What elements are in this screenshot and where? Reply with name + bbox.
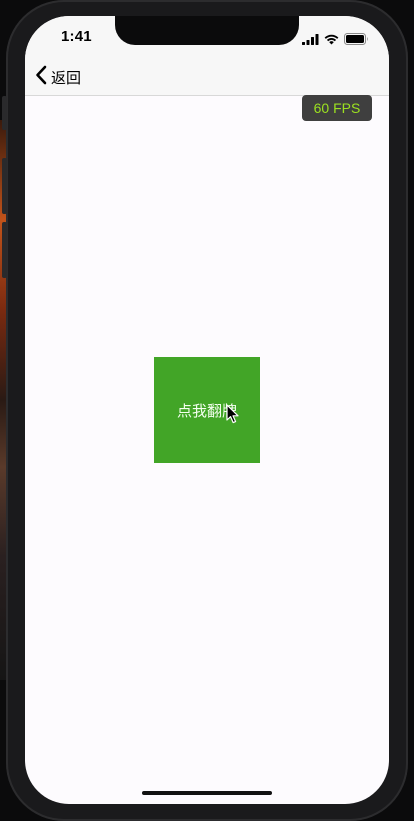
signal-icon <box>302 30 319 49</box>
home-indicator[interactable] <box>142 791 272 795</box>
navigation-bar: 返回 <box>25 60 389 96</box>
phone-side-button <box>2 96 7 130</box>
status-icons <box>302 30 369 49</box>
phone-side-button <box>2 222 7 278</box>
device-stage: 1:41 返回 60 FPS 点我翻牌 <box>0 0 414 821</box>
wifi-icon <box>324 30 339 49</box>
status-time: 1:41 <box>61 28 92 45</box>
notch <box>115 16 299 45</box>
chevron-left-icon <box>35 65 47 89</box>
phone-side-button <box>2 158 7 214</box>
back-button[interactable]: 返回 <box>35 64 81 90</box>
back-label: 返回 <box>51 68 82 87</box>
phone-screen: 1:41 返回 60 FPS 点我翻牌 <box>25 16 389 804</box>
flip-card-button[interactable]: 点我翻牌 <box>154 357 260 463</box>
mouse-pointer-icon <box>226 404 240 424</box>
fps-badge: 60 FPS <box>302 95 372 121</box>
battery-icon <box>344 30 369 49</box>
